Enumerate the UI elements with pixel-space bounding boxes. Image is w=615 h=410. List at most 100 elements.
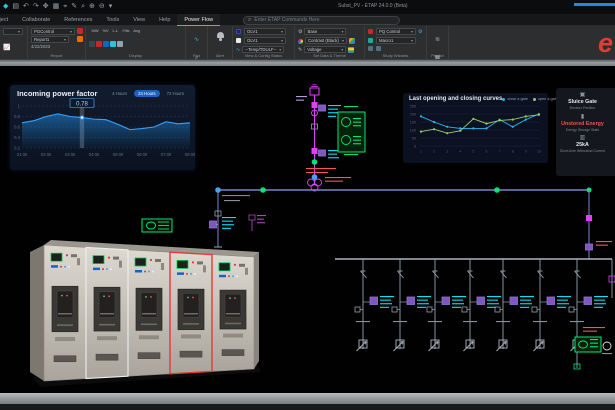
tab-collaborate[interactable]: Collaborate — [15, 14, 57, 26]
display-swatch-icon[interactable] — [117, 41, 123, 47]
svg-text:250: 250 — [410, 104, 416, 108]
ribbon-group-report: PGControl▾ Report1▾ 4/22/2023 Report — [28, 26, 86, 59]
svg-text:7: 7 — [499, 150, 501, 154]
report-open-icon[interactable] — [77, 36, 83, 42]
display-swatch-icon[interactable] — [89, 41, 95, 47]
display-chip-3[interactable]: √%k — [122, 29, 129, 33]
status-value: Unstored Energy — [561, 121, 604, 128]
report-dropdown-2[interactable]: Report1▾ — [31, 36, 69, 43]
svg-text:04:00: 04:00 — [89, 152, 100, 157]
range-button-4-hours[interactable]: 4 Hours — [108, 90, 131, 97]
wizard-red-icon — [368, 29, 373, 34]
curves-panel: Last opening and closing curves close a … — [403, 93, 548, 163]
olv-light-icon — [236, 38, 241, 43]
display-swatch-icon[interactable] — [103, 41, 109, 47]
quick-access-toolbar: ◆ ▤ ↶ ↷ ✥ ▦⌖ ✎ ⌕ ⊕ ⊖ ▾ — [3, 1, 112, 13]
svg-text:3: 3 — [446, 150, 448, 154]
view-config-dropdown-3[interactable]: --Temp/TDULF--▾ — [242, 46, 284, 53]
report-dropdown-1[interactable]: PGControl▾ — [31, 28, 75, 35]
svg-text:05:00: 05:00 — [113, 152, 124, 157]
tab-help[interactable]: Help — [152, 14, 177, 26]
svg-text:0.6: 0.6 — [14, 125, 20, 130]
tab-project[interactable]: Project — [0, 14, 15, 26]
energy-storage-icon: ▮ — [581, 114, 584, 121]
range-button-24-hours[interactable]: 24 Hours — [134, 90, 159, 97]
tab-power-flow[interactable]: Power Flow — [177, 14, 220, 26]
display-swatch-icon[interactable] — [96, 41, 102, 47]
set-data-dropdown-2[interactable]: Contrast (Black)▾ — [305, 37, 347, 44]
view-config-dropdown-2[interactable]: OLV1▾ — [244, 37, 286, 44]
edit-icon[interactable]: ✎ — [71, 1, 77, 13]
set-data-dropdown-3[interactable]: Voltage▾ — [304, 46, 346, 53]
view-config-dropdown-1[interactable]: OLV1▾ — [244, 28, 286, 35]
svg-text:02:00: 02:00 — [41, 152, 52, 157]
ribbon-group-set-data: ⚙ Base▾ Contrast (Black)▾ ✎ Voltage▾ Set… — [295, 26, 365, 59]
svg-text:4: 4 — [459, 150, 461, 154]
bottom-dark-strip — [0, 404, 615, 410]
alert-bell-icon[interactable] — [217, 32, 224, 38]
leftcut-dropdown[interactable]: ▾ — [3, 28, 23, 35]
power-factor-panel: Incoming power factor 4 Hours24 Hours72 … — [10, 85, 195, 170]
search-icon: ⌕ — [248, 17, 251, 24]
zoom-in-icon[interactable]: ⊕ — [89, 1, 95, 13]
save-icon[interactable]: ▤ — [12, 1, 19, 13]
window-title: Subst_PV - ETAP 24.0.0 (Beta) — [338, 3, 408, 9]
etap-logo: e — [598, 30, 613, 57]
tab-view[interactable]: View — [126, 14, 152, 26]
redo-icon[interactable]: ↷ — [33, 1, 39, 13]
olv-dark-icon — [236, 29, 241, 34]
wizard-tool-icon-1[interactable] — [368, 46, 373, 51]
undo-icon[interactable]: ↶ — [23, 1, 29, 13]
theme-rainbow-icon[interactable] — [349, 38, 355, 44]
ribbon: ▾ 📈 PGControl▾ Report1▾ 4/22/2023 Report… — [0, 26, 615, 59]
tab-references[interactable]: References — [57, 14, 99, 26]
menu-bar: ProjectCollaborateReferencesToolsViewHel… — [0, 14, 615, 26]
display-swatch-icon[interactable] — [124, 41, 130, 47]
svg-text:9: 9 — [525, 150, 527, 154]
study-wizards-dropdown-1[interactable]: PQ Control▾ — [376, 28, 416, 35]
display-chip-2[interactable]: L-L — [113, 29, 119, 33]
ribbon-divider-strip — [0, 59, 615, 66]
svg-text:50: 50 — [412, 136, 416, 140]
status-item-energy-storage-state: ▮Unstored EnergyEnergy Storage State — [559, 114, 606, 133]
oneline-canvas[interactable]: Incoming power factor 4 Hours24 Hours72 … — [0, 66, 615, 393]
pin-icon[interactable]: ⌖ — [63, 1, 67, 13]
svg-text:0.78: 0.78 — [76, 101, 88, 107]
app-icon[interactable]: ◆ — [3, 1, 8, 13]
svg-text:150: 150 — [410, 120, 416, 124]
power-factor-chart: 10.80.60.40.201:0002:0003:0004:0005:0006… — [10, 98, 195, 160]
plot-curve-icon[interactable]: ∿ — [194, 37, 199, 44]
withstand-current-icon: ▥ — [580, 135, 586, 142]
study-wizards-dropdown-2[interactable]: Macro1▾ — [376, 37, 416, 44]
power-factor-range-buttons: 4 Hours24 Hours 72 Hours — [108, 90, 188, 97]
display-swatch-icon[interactable] — [110, 41, 116, 47]
svg-text:6: 6 — [486, 150, 488, 154]
display-chip-1[interactable]: %V — [103, 29, 109, 33]
wizard-gear-icon[interactable]: ⚙ — [418, 29, 422, 36]
set-data-dropdown-1[interactable]: Base▾ — [304, 28, 346, 35]
pan-icon[interactable]: ✥ — [43, 1, 49, 13]
svg-text:07:00: 07:00 — [161, 152, 172, 157]
display-chip-4[interactable]: Avg — [133, 29, 139, 33]
range-button-72-hours[interactable]: 72 Hours — [163, 90, 188, 97]
ribbon-group-study-wizards: PQ Control▾ ⚙ Macro1▾ Study Wizards — [365, 26, 427, 59]
wizard-tool-icon-2[interactable] — [376, 46, 381, 51]
predict-wave-icon[interactable]: ≋ — [435, 37, 440, 44]
layout-icon[interactable]: ▦ — [53, 1, 60, 13]
report-run-icon[interactable] — [77, 28, 83, 34]
tab-tools[interactable]: Tools — [99, 14, 126, 26]
ribbon-spacer — [449, 26, 615, 59]
report-date: 4/22/2023 — [31, 44, 75, 49]
select-icon[interactable]: ⌕ — [81, 1, 85, 13]
command-search-box[interactable]: ⌕ Enter ETAP Commands Here — [243, 16, 400, 25]
breaker-status-panel: ▣Sluice GateBreaker Position◫120 mmHand … — [556, 88, 615, 176]
more-caret-icon[interactable]: ▾ — [109, 1, 113, 13]
search-placeholder: Enter ETAP Commands Here — [254, 17, 319, 23]
zoom-out-icon[interactable]: ⊖ — [99, 1, 105, 13]
display-unit-chips: √kW %V L-L√%k Avg — [91, 29, 180, 33]
display-chip-0[interactable]: √kW — [91, 29, 99, 33]
chart-icon[interactable]: 📈 — [3, 45, 10, 52]
switchgear-3d-view[interactable] — [28, 231, 262, 392]
svg-text:0.2: 0.2 — [14, 146, 20, 151]
svg-text:0.8: 0.8 — [14, 114, 20, 119]
